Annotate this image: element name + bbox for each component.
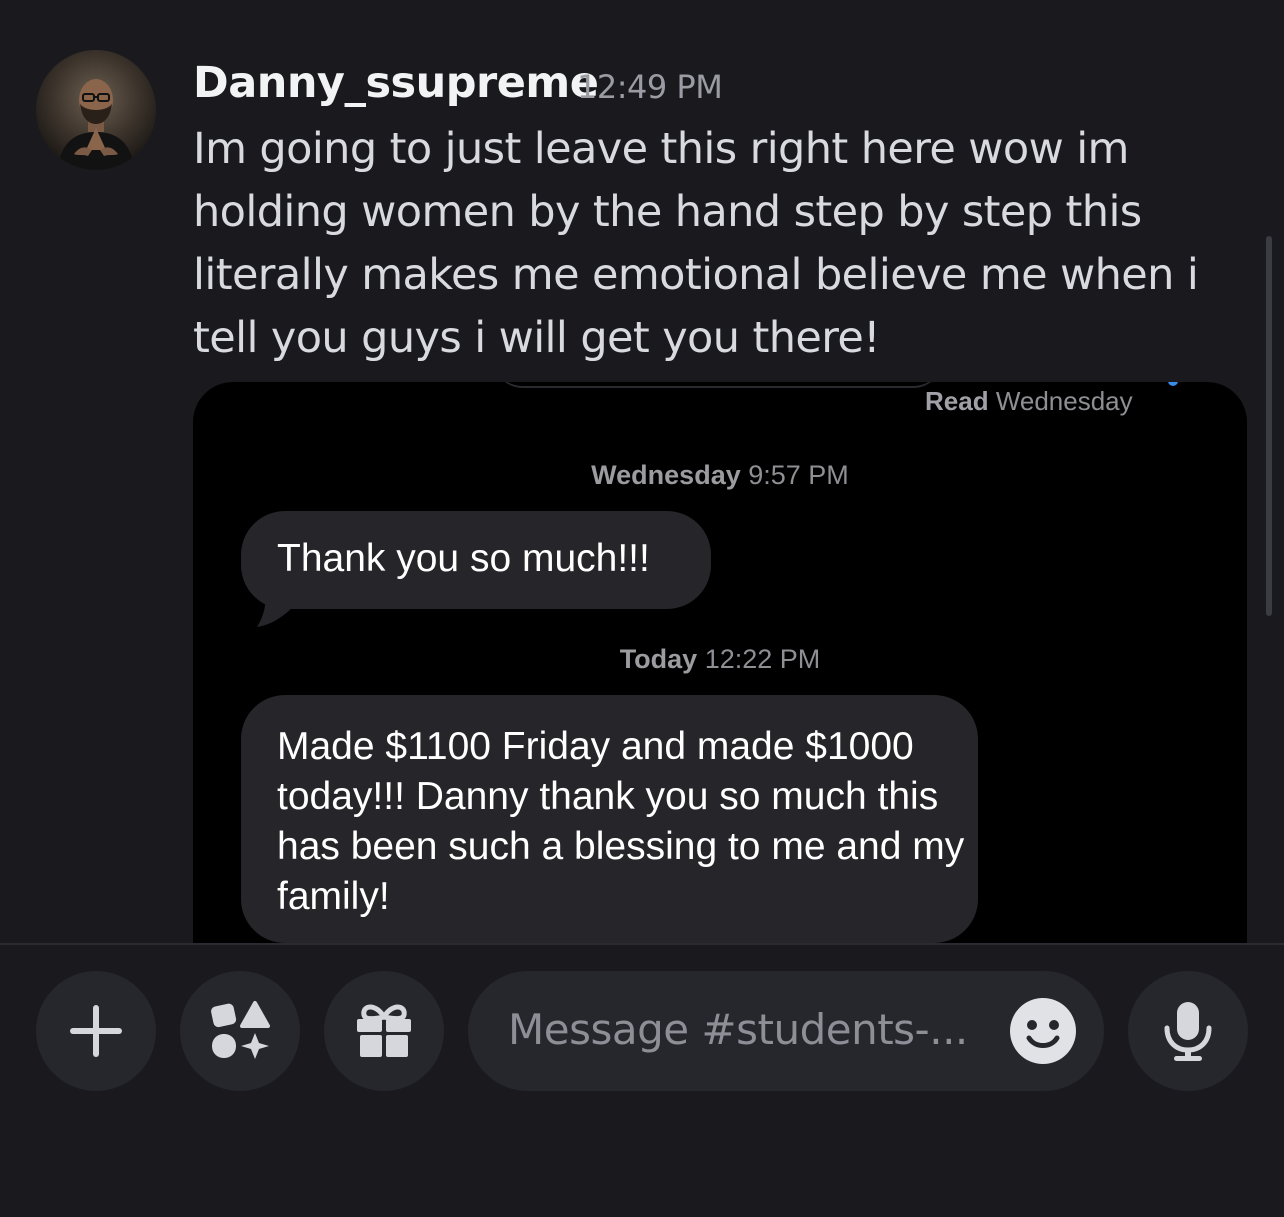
conversation-timestamp: Today 12:22 PM [193,644,1247,675]
message-author[interactable]: Danny_ssupreme [193,58,599,108]
timestamp-time: 9:57 PM [748,460,849,490]
read-label: Read [925,386,989,416]
timestamp-day: Wednesday [591,460,741,490]
gift-icon [357,1004,411,1057]
emoji-button[interactable] [1010,998,1076,1064]
message-list: Danny_ssupreme 12:49 PM Im going to just… [0,0,1284,944]
read-day: Wednesday [995,386,1133,416]
apps-button[interactable] [180,971,300,1091]
message-timestamp: 12:49 PM [577,68,723,106]
message-placeholder: Message #students-... [508,1005,968,1054]
sent-bubble-edge [1168,382,1178,386]
timestamp-time: 12:22 PM [704,644,821,674]
received-bubble: Thank you so much!!! [241,511,711,609]
message-input[interactable]: Message #students-... [468,971,1104,1091]
received-bubble: Made $1100 Friday and made $1000 today!!… [241,695,978,943]
previous-bubble-edge [493,382,943,388]
scrollbar[interactable] [1266,236,1272,616]
apps-icon [211,1001,270,1059]
voice-message-button[interactable] [1128,971,1248,1091]
message-composer: Message #students-... [0,945,1284,1217]
avatar-image [58,79,134,170]
timestamp-day: Today [619,644,698,674]
message-body: Im going to just leave this right here w… [193,124,1199,363]
image-attachment[interactable]: Read Wednesday Wednesday 9:57 PM Thank y… [193,382,1247,944]
plus-icon [70,1005,122,1057]
gift-button[interactable] [324,971,444,1091]
add-attachment-button[interactable] [36,971,156,1091]
microphone-icon [1164,1002,1212,1061]
read-receipt: Read Wednesday [925,386,1133,417]
emoji-icon [1010,998,1076,1064]
user-avatar[interactable] [36,50,156,170]
conversation-timestamp: Wednesday 9:57 PM [193,460,1247,491]
